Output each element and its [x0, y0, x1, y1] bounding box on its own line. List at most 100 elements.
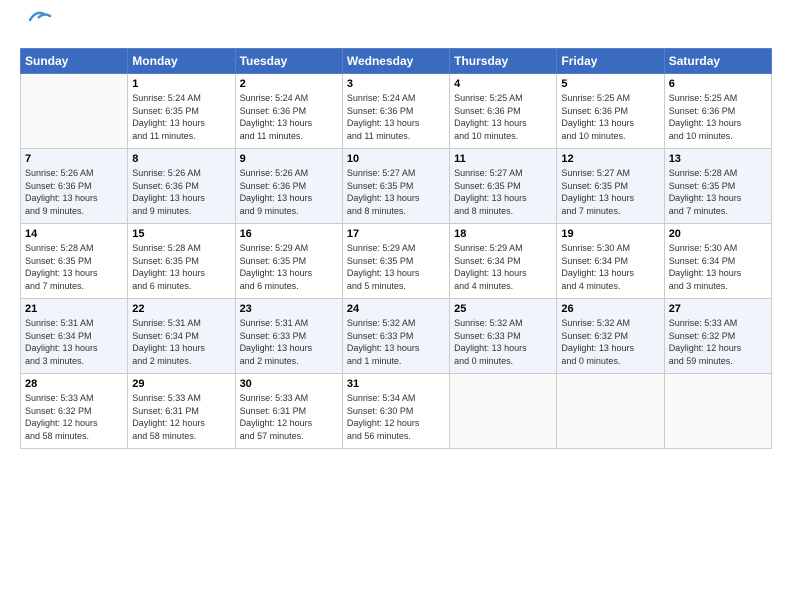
day-number: 16 [240, 228, 338, 240]
cell-content: Sunrise: 5:33 AM Sunset: 6:32 PM Dayligh… [669, 317, 767, 367]
calendar-header: SundayMondayTuesdayWednesdayThursdayFrid… [21, 49, 772, 74]
cell-content: Sunrise: 5:29 AM Sunset: 6:35 PM Dayligh… [347, 242, 445, 292]
day-number: 3 [347, 78, 445, 90]
calendar-cell [664, 374, 771, 449]
weekday-header-thursday: Thursday [450, 49, 557, 74]
day-number: 15 [132, 228, 230, 240]
cell-content: Sunrise: 5:24 AM Sunset: 6:36 PM Dayligh… [240, 92, 338, 142]
calendar-cell: 16 Sunrise: 5:29 AM Sunset: 6:35 PM Dayli… [235, 224, 342, 299]
calendar-cell [450, 374, 557, 449]
cell-content: Sunrise: 5:25 AM Sunset: 6:36 PM Dayligh… [561, 92, 659, 142]
calendar-cell: 21Sunrise: 5:31 AM Sunset: 6:34 PM Dayli… [21, 299, 128, 374]
day-number: 23 [240, 303, 338, 315]
calendar-cell: 9Sunrise: 5:26 AM Sunset: 6:36 PM Daylig… [235, 149, 342, 224]
weekday-header-wednesday: Wednesday [342, 49, 449, 74]
day-number: 28 [25, 378, 123, 390]
calendar-cell: 30 Sunrise: 5:33 AM Sunset: 6:31 PM Dayli… [235, 374, 342, 449]
weekday-header-friday: Friday [557, 49, 664, 74]
calendar-body: 1 Sunrise: 5:24 AM Sunset: 6:35 PM Daylig… [21, 74, 772, 449]
day-number: 7 [25, 153, 123, 165]
cell-content: Sunrise: 5:33 AM Sunset: 6:31 PM Dayligh… [240, 392, 338, 442]
day-number: 1 [132, 78, 230, 90]
cell-content: Sunrise: 5:25 AM Sunset: 6:36 PM Dayligh… [454, 92, 552, 142]
cell-content: Sunrise: 5:24 AM Sunset: 6:35 PM Dayligh… [132, 92, 230, 142]
cell-content: Sunrise: 5:33 AM Sunset: 6:31 PM Dayligh… [132, 392, 230, 442]
calendar-cell: 10 Sunrise: 5:27 AM Sunset: 6:35 PM Dayli… [342, 149, 449, 224]
weekday-header-tuesday: Tuesday [235, 49, 342, 74]
calendar-cell: 19Sunrise: 5:30 AM Sunset: 6:34 PM Dayli… [557, 224, 664, 299]
day-number: 20 [669, 228, 767, 240]
week-row-4: 21Sunrise: 5:31 AM Sunset: 6:34 PM Dayli… [21, 299, 772, 374]
cell-content: Sunrise: 5:32 AM Sunset: 6:33 PM Dayligh… [347, 317, 445, 367]
calendar-cell: 20Sunrise: 5:30 AM Sunset: 6:34 PM Dayli… [664, 224, 771, 299]
day-number: 30 [240, 378, 338, 390]
calendar-cell: 24 Sunrise: 5:32 AM Sunset: 6:33 PM Dayli… [342, 299, 449, 374]
calendar-cell: 28 Sunrise: 5:33 AM Sunset: 6:32 PM Dayli… [21, 374, 128, 449]
day-number: 11 [454, 153, 552, 165]
calendar-cell: 13 Sunrise: 5:28 AM Sunset: 6:35 PM Dayli… [664, 149, 771, 224]
day-number: 25 [454, 303, 552, 315]
cell-content: Sunrise: 5:32 AM Sunset: 6:33 PM Dayligh… [454, 317, 552, 367]
logo [20, 18, 52, 42]
calendar-cell: 8 Sunrise: 5:26 AM Sunset: 6:36 PM Daylig… [128, 149, 235, 224]
cell-content: Sunrise: 5:28 AM Sunset: 6:35 PM Dayligh… [132, 242, 230, 292]
day-number: 2 [240, 78, 338, 90]
calendar-cell: 12 Sunrise: 5:27 AM Sunset: 6:35 PM Dayli… [557, 149, 664, 224]
cell-content: Sunrise: 5:26 AM Sunset: 6:36 PM Dayligh… [132, 167, 230, 217]
calendar-cell: 27 Sunrise: 5:33 AM Sunset: 6:32 PM Dayli… [664, 299, 771, 374]
page: SundayMondayTuesdayWednesdayThursdayFrid… [0, 0, 792, 459]
cell-content: Sunrise: 5:26 AM Sunset: 6:36 PM Dayligh… [240, 167, 338, 217]
calendar-cell: 4 Sunrise: 5:25 AM Sunset: 6:36 PM Daylig… [450, 74, 557, 149]
cell-content: Sunrise: 5:34 AM Sunset: 6:30 PM Dayligh… [347, 392, 445, 442]
day-number: 12 [561, 153, 659, 165]
week-row-5: 28 Sunrise: 5:33 AM Sunset: 6:32 PM Dayli… [21, 374, 772, 449]
calendar-cell [557, 374, 664, 449]
cell-content: Sunrise: 5:29 AM Sunset: 6:35 PM Dayligh… [240, 242, 338, 292]
calendar-cell: 6Sunrise: 5:25 AM Sunset: 6:36 PM Daylig… [664, 74, 771, 149]
calendar-cell: 22 Sunrise: 5:31 AM Sunset: 6:34 PM Dayli… [128, 299, 235, 374]
calendar-cell: 17Sunrise: 5:29 AM Sunset: 6:35 PM Dayli… [342, 224, 449, 299]
cell-content: Sunrise: 5:25 AM Sunset: 6:36 PM Dayligh… [669, 92, 767, 142]
cell-content: Sunrise: 5:31 AM Sunset: 6:34 PM Dayligh… [132, 317, 230, 367]
day-number: 14 [25, 228, 123, 240]
calendar-cell: 26Sunrise: 5:32 AM Sunset: 6:32 PM Dayli… [557, 299, 664, 374]
cell-content: Sunrise: 5:27 AM Sunset: 6:35 PM Dayligh… [454, 167, 552, 217]
cell-content: Sunrise: 5:27 AM Sunset: 6:35 PM Dayligh… [347, 167, 445, 217]
calendar-cell: 5 Sunrise: 5:25 AM Sunset: 6:36 PM Daylig… [557, 74, 664, 149]
cell-content: Sunrise: 5:31 AM Sunset: 6:33 PM Dayligh… [240, 317, 338, 367]
day-number: 13 [669, 153, 767, 165]
cell-content: Sunrise: 5:24 AM Sunset: 6:36 PM Dayligh… [347, 92, 445, 142]
calendar-cell: 3 Sunrise: 5:24 AM Sunset: 6:36 PM Daylig… [342, 74, 449, 149]
cell-content: Sunrise: 5:33 AM Sunset: 6:32 PM Dayligh… [25, 392, 123, 442]
day-number: 4 [454, 78, 552, 90]
calendar-cell: 7Sunrise: 5:26 AM Sunset: 6:36 PM Daylig… [21, 149, 128, 224]
calendar-cell: 23 Sunrise: 5:31 AM Sunset: 6:33 PM Dayli… [235, 299, 342, 374]
header [20, 18, 772, 42]
day-number: 8 [132, 153, 230, 165]
day-number: 22 [132, 303, 230, 315]
day-number: 29 [132, 378, 230, 390]
week-row-3: 14 Sunrise: 5:28 AM Sunset: 6:35 PM Dayli… [21, 224, 772, 299]
day-number: 27 [669, 303, 767, 315]
cell-content: Sunrise: 5:29 AM Sunset: 6:34 PM Dayligh… [454, 242, 552, 292]
day-number: 18 [454, 228, 552, 240]
calendar-cell: 31 Sunrise: 5:34 AM Sunset: 6:30 PM Dayli… [342, 374, 449, 449]
cell-content: Sunrise: 5:31 AM Sunset: 6:34 PM Dayligh… [25, 317, 123, 367]
calendar-cell: 1 Sunrise: 5:24 AM Sunset: 6:35 PM Daylig… [128, 74, 235, 149]
week-row-1: 1 Sunrise: 5:24 AM Sunset: 6:35 PM Daylig… [21, 74, 772, 149]
calendar-table: SundayMondayTuesdayWednesdayThursdayFrid… [20, 48, 772, 449]
day-number: 24 [347, 303, 445, 315]
calendar-cell [21, 74, 128, 149]
cell-content: Sunrise: 5:28 AM Sunset: 6:35 PM Dayligh… [669, 167, 767, 217]
calendar-cell: 15 Sunrise: 5:28 AM Sunset: 6:35 PM Dayli… [128, 224, 235, 299]
day-number: 10 [347, 153, 445, 165]
weekday-header-monday: Monday [128, 49, 235, 74]
day-number: 5 [561, 78, 659, 90]
weekday-header-sunday: Sunday [21, 49, 128, 74]
weekday-header-saturday: Saturday [664, 49, 771, 74]
cell-content: Sunrise: 5:27 AM Sunset: 6:35 PM Dayligh… [561, 167, 659, 217]
calendar-cell: 14 Sunrise: 5:28 AM Sunset: 6:35 PM Dayli… [21, 224, 128, 299]
cell-content: Sunrise: 5:28 AM Sunset: 6:35 PM Dayligh… [25, 242, 123, 292]
day-number: 31 [347, 378, 445, 390]
day-number: 26 [561, 303, 659, 315]
